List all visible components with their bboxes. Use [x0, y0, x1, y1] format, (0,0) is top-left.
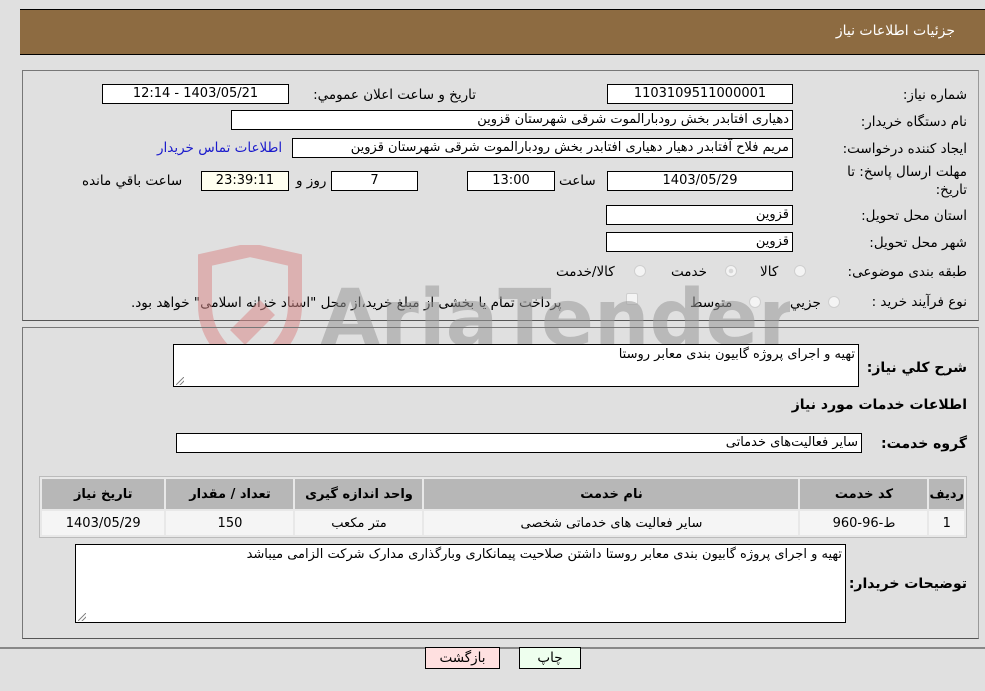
remaining-time-field: 23:39:11: [201, 171, 289, 191]
creator-field: مریم فلاح آفتابدر دهیار دهیاری افتابدر ب…: [292, 138, 793, 158]
buyer-notes-textarea[interactable]: تهیه و اجرای پروژه گابیون بندی معابر روس…: [75, 544, 846, 623]
need-number-field: 1103109511000001: [607, 84, 793, 104]
col-header-row-number: ردیف: [929, 479, 964, 509]
cell-need-date: 1403/05/29: [42, 511, 165, 535]
buyer-contact-link[interactable]: اطلاعات تماس خریدار: [157, 140, 282, 156]
summary-label: شرح کلي نیاز:: [866, 360, 967, 376]
city-label: شهر محل تحویل:: [869, 235, 967, 251]
cell-quantity: 150: [166, 511, 294, 535]
col-header-unit: واحد اندازه گیری: [295, 479, 423, 509]
buyer-org-label: نام دستگاه خریدار:: [860, 114, 967, 130]
cell-row-number: 1: [929, 511, 964, 535]
deadline-time-label: ساعت: [559, 173, 596, 189]
col-header-service-name: نام خدمت: [424, 479, 799, 509]
category-option-service: خدمت: [671, 264, 707, 280]
services-section-title: اطلاعات خدمات مورد نیاز: [791, 397, 967, 413]
buyer-notes-text: تهیه و اجرای پروژه گابیون بندی معابر روس…: [246, 547, 842, 562]
treasury-note: پرداخت تمام یا بخشی از مبلغ خرید،از محل …: [131, 295, 562, 311]
buyer-org-field: دهیاری افتابدر بخش رودبارالموت شرقی شهرس…: [231, 110, 793, 130]
table-row: 1 ط-96-960 سایر فعالیت های خدماتی شخصی م…: [42, 511, 964, 535]
deadline-label-line2: تاریخ:: [935, 182, 967, 198]
announce-field: 1403/05/21 - 12:14: [102, 84, 289, 104]
page-title: جزئیات اطلاعات نیاز: [835, 23, 955, 39]
category-radio-service[interactable]: [725, 265, 737, 277]
print-button[interactable]: چاپ: [519, 647, 581, 669]
process-type-label: نوع فرآیند خرید :: [871, 294, 967, 310]
category-label: طبقه بندی موضوعی:: [847, 264, 967, 280]
page-header: جزئیات اطلاعات نیاز: [20, 9, 985, 55]
resize-grip-icon[interactable]: [176, 377, 184, 385]
treasury-checkbox[interactable]: [626, 293, 638, 305]
category-radio-goods-service[interactable]: [634, 265, 646, 277]
deadline-time-field: 13:00: [467, 171, 555, 191]
cell-unit: متر مکعب: [295, 511, 423, 535]
need-details-panel: [22, 70, 979, 321]
days-label: روز و: [296, 173, 327, 189]
province-field: قزوین: [606, 205, 793, 225]
summary-textarea[interactable]: تهیه و اجرای پروژه گابیون بندی معابر روس…: [173, 344, 859, 387]
days-remaining-field: 7: [331, 171, 418, 191]
cell-service-code: ط-96-960: [800, 511, 928, 535]
deadline-label-line1: مهلت ارسال پاسخ: تا: [847, 164, 967, 180]
col-header-quantity: تعداد / مقدار: [166, 479, 294, 509]
service-group-field: سایر فعالیت‌های خدماتی: [176, 433, 862, 453]
table-header-row: ردیف کد خدمت نام خدمت واحد اندازه گیری ت…: [42, 479, 964, 509]
creator-label: ایجاد کننده درخواست:: [842, 141, 967, 157]
need-number-label: شماره نیاز:: [902, 87, 967, 103]
city-field: قزوین: [606, 232, 793, 252]
process-option-medium: متوسط: [690, 295, 733, 311]
announce-label: تاریخ و ساعت اعلان عمومي:: [313, 87, 476, 103]
service-group-label: گروه خدمت:: [881, 436, 967, 452]
col-header-service-code: کد خدمت: [800, 479, 928, 509]
back-button[interactable]: بازگشت: [425, 647, 500, 669]
summary-text: تهیه و اجرای پروژه گابیون بندی معابر روس…: [618, 347, 855, 362]
services-table: ردیف کد خدمت نام خدمت واحد اندازه گیری ت…: [39, 476, 967, 538]
process-radio-minor[interactable]: [828, 296, 840, 308]
category-option-goods-service: کالا/خدمت: [556, 264, 615, 280]
col-header-need-date: تاریخ نیاز: [42, 479, 165, 509]
category-option-goods: کالا: [760, 264, 779, 280]
process-option-minor: جزيي: [790, 295, 821, 311]
category-radio-goods[interactable]: [794, 265, 806, 277]
deadline-date-field: 1403/05/29: [607, 171, 793, 191]
remaining-time-label: ساعت باقي مانده: [82, 173, 183, 189]
province-label: استان محل تحویل:: [861, 208, 967, 224]
process-radio-medium[interactable]: [749, 296, 761, 308]
buyer-notes-label: توضیحات خریدار:: [848, 576, 967, 592]
cell-service-name: سایر فعالیت های خدماتی شخصی: [424, 511, 799, 535]
resize-grip-icon[interactable]: [78, 613, 86, 621]
